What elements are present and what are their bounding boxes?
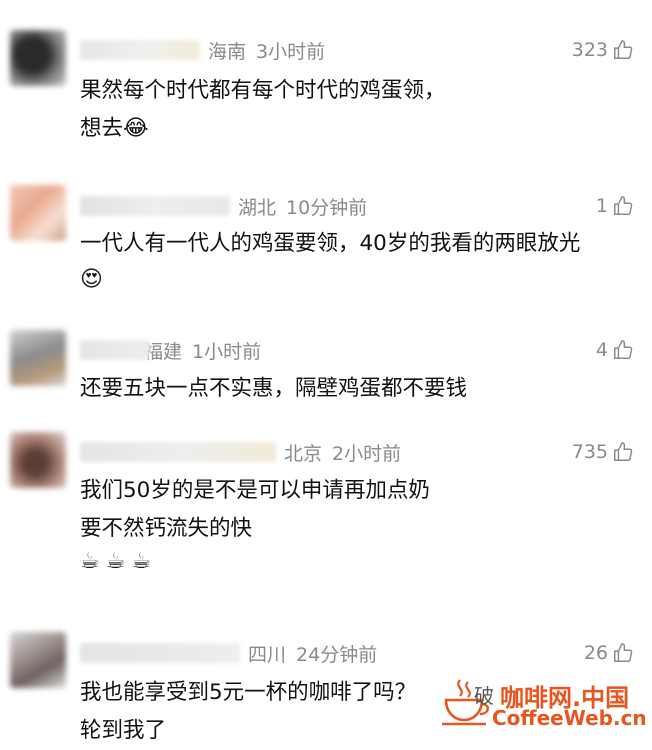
- comment-text: 我们50岁的是不是可以申请再加点奶 要不然钙流失的快: [80, 472, 430, 548]
- comment-time: 10分钟前: [286, 196, 368, 219]
- comment-time: 1小时前: [192, 340, 262, 363]
- coffee-emoji-icon: ☕: [131, 549, 152, 574]
- like-count: 735: [571, 441, 608, 463]
- like-button[interactable]: 735: [572, 438, 634, 466]
- emoji-row: ☕ ☕ ☕: [80, 548, 151, 576]
- comment-meta: 湖北 10分钟前: [80, 192, 367, 220]
- avatar[interactable]: [10, 632, 66, 688]
- avatar[interactable]: [10, 330, 66, 386]
- comment-line: 果然每个时代都有每个时代的鸡蛋领，: [80, 78, 446, 103]
- avatar[interactable]: [10, 432, 66, 488]
- watermark: 咖啡网.中国 CoffeeWeb.cn: [440, 672, 647, 732]
- username-blurred[interactable]: [80, 442, 276, 462]
- comment-text: 我也能享受到5元一杯的咖啡了吗？ 轮到我了: [80, 674, 416, 750]
- emoji-row: 😍: [80, 266, 103, 294]
- comment-line: 轮到我了: [80, 718, 167, 743]
- heart-eyes-emoji-icon: 😍: [80, 267, 103, 292]
- like-count: 26: [583, 642, 608, 664]
- comment-location: 北京: [284, 442, 323, 465]
- like-button[interactable]: 1: [596, 192, 634, 220]
- comment-line: 想去: [80, 116, 124, 141]
- thumbs-up-icon: [614, 40, 633, 59]
- like-button[interactable]: 323: [572, 36, 634, 64]
- comment-line: 一代人有一代人的鸡蛋要领，40岁的我看的两眼放光: [80, 231, 581, 256]
- comment-time: 3小时前: [256, 40, 326, 63]
- username-blurred[interactable]: [80, 643, 240, 663]
- comment-text: 一代人有一代人的鸡蛋要领，40岁的我看的两眼放光: [80, 225, 580, 263]
- like-count: 323: [571, 39, 608, 61]
- avatar[interactable]: [10, 30, 66, 86]
- like-button[interactable]: 26: [584, 639, 634, 667]
- like-count: 1: [595, 195, 608, 217]
- thumbs-up-icon: [614, 196, 633, 215]
- username-blurred[interactable]: [80, 40, 200, 60]
- comment-meta: 海南 3小时前: [80, 36, 325, 64]
- comment-line: 还要五块一点不实惠，隔壁鸡蛋都不要钱: [80, 376, 468, 401]
- comment-location: 湖北: [238, 196, 277, 219]
- thumbs-up-icon: [614, 442, 633, 461]
- comment-time: 24分钟前: [296, 643, 378, 666]
- comment-line: 我也能享受到5元一杯的咖啡了吗？: [80, 680, 417, 705]
- avatar[interactable]: [10, 185, 66, 241]
- coffee-emoji-icon: ☕: [105, 549, 126, 574]
- comment-location: 海南: [208, 40, 247, 63]
- like-button[interactable]: 4: [596, 336, 634, 364]
- comment-meta: 四川 24分钟前: [80, 639, 377, 667]
- username-blurred[interactable]: [80, 340, 150, 360]
- thumbs-up-icon: [614, 340, 633, 359]
- comment-time: 2小时前: [332, 442, 402, 465]
- username-blurred[interactable]: [80, 196, 230, 216]
- comment-line: 我们50岁的是不是可以申请再加点奶: [80, 478, 430, 503]
- thumbs-up-icon: [614, 643, 633, 662]
- comment-line: 要不然钙流失的快: [80, 516, 253, 541]
- comment-meta: 福建 1小时前: [80, 336, 261, 364]
- occluded-text: 破: [474, 684, 494, 708]
- like-count: 4: [595, 339, 608, 361]
- comment-text: 还要五块一点不实惠，隔壁鸡蛋都不要钱: [80, 370, 467, 408]
- comment-text: 果然每个时代都有每个时代的鸡蛋领， 想去 😂: [80, 72, 446, 148]
- laughing-emoji-icon: 😂: [123, 116, 149, 141]
- coffee-emoji-icon: ☕: [80, 549, 100, 574]
- watermark-url: CoffeeWeb.cn: [492, 706, 647, 730]
- comment-location: 四川: [248, 643, 287, 666]
- comment-meta: 北京 2小时前: [80, 438, 401, 466]
